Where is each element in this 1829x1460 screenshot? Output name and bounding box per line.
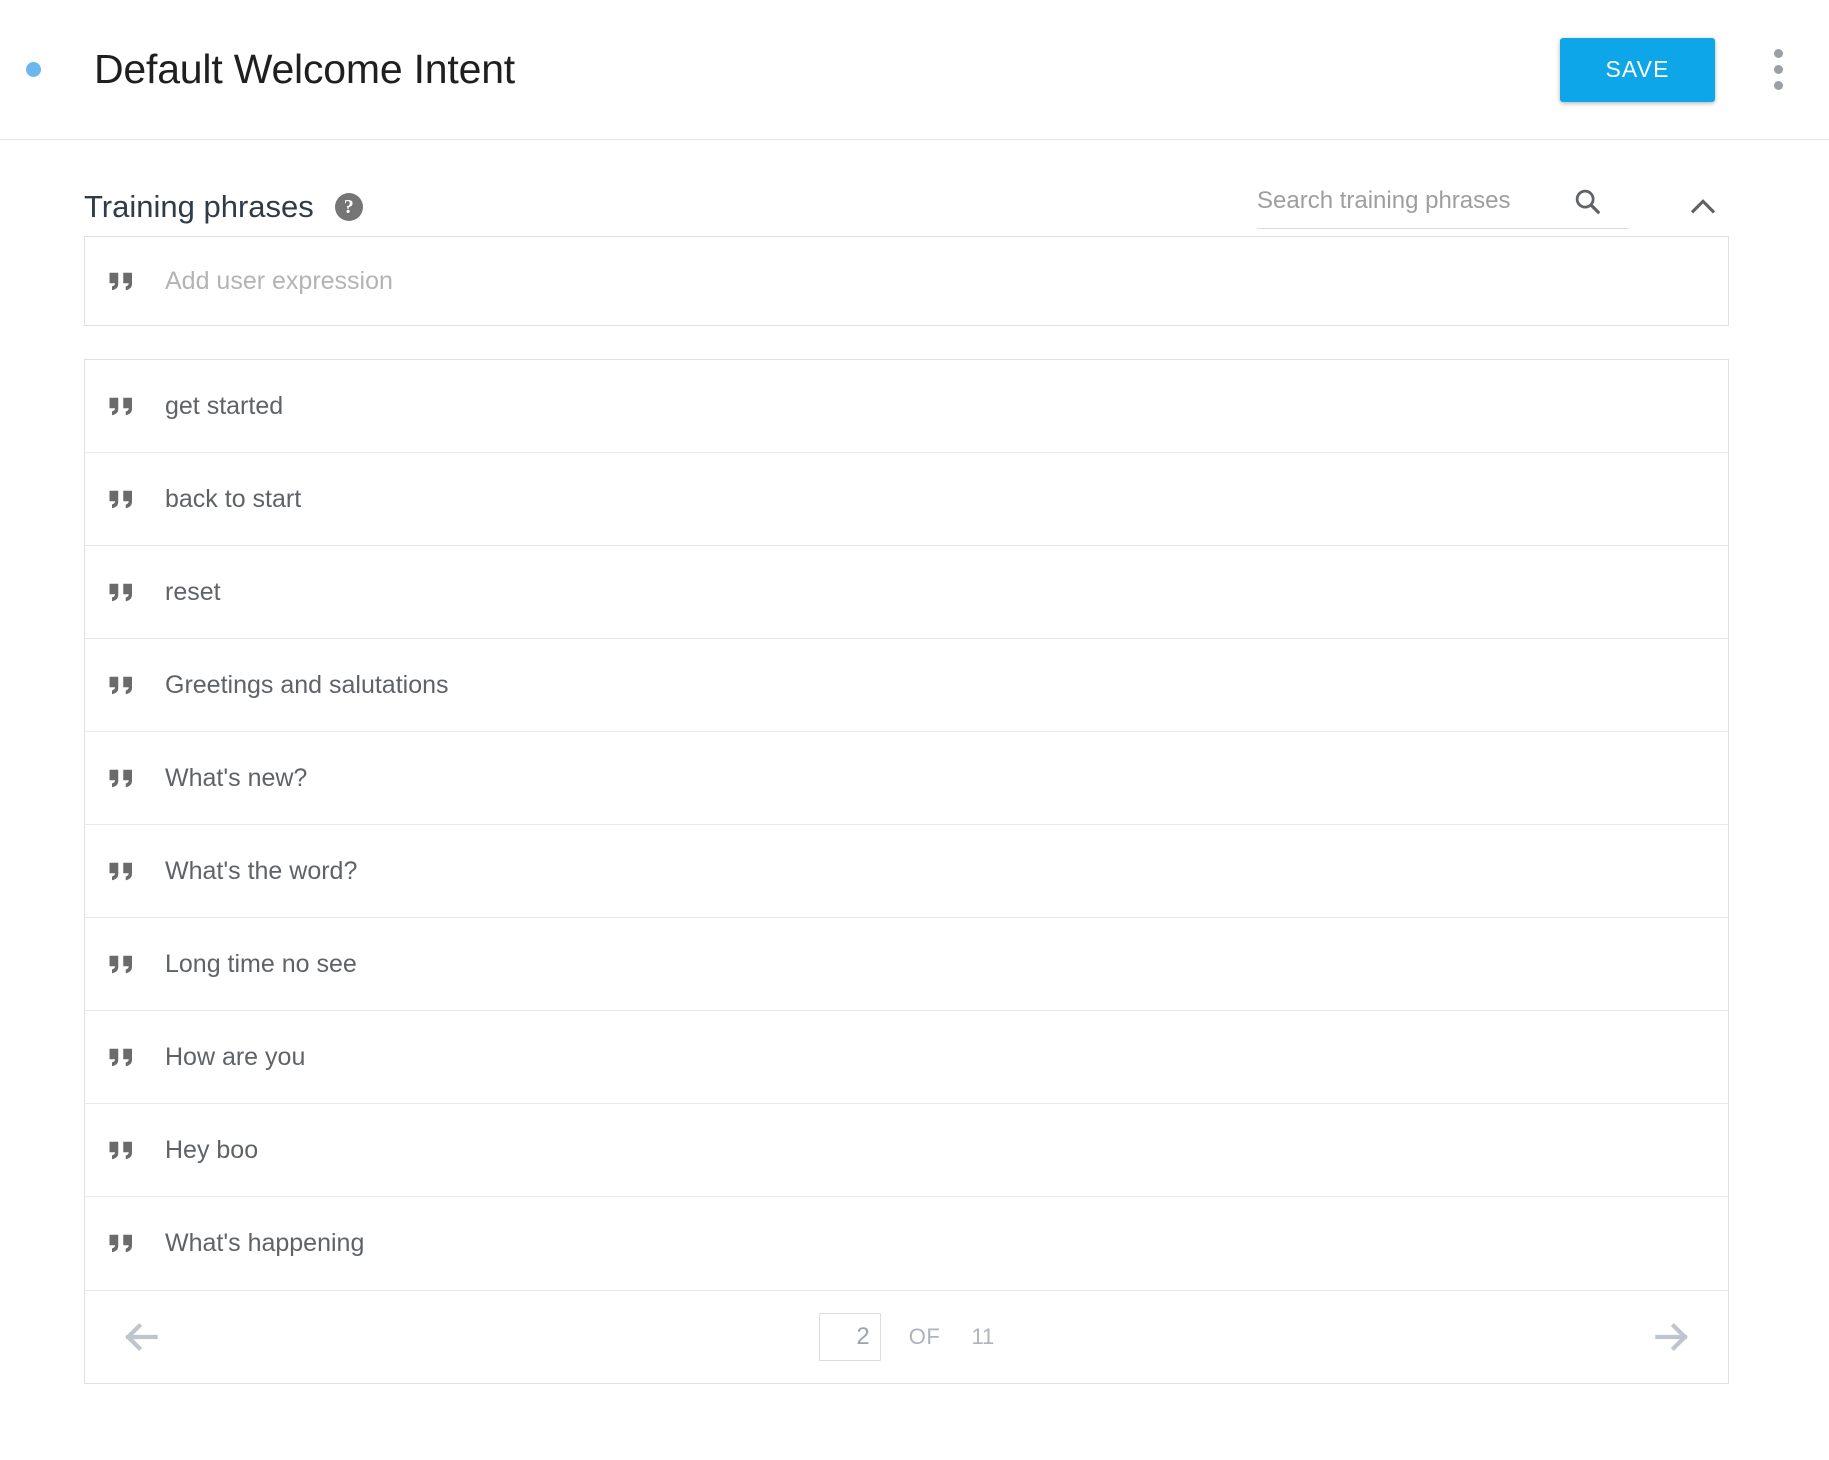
pagination-total-pages: 11 — [971, 1324, 995, 1349]
quote-icon — [107, 394, 141, 419]
training-phrase-row[interactable]: What's new? — [85, 732, 1728, 825]
quote-icon — [107, 1045, 141, 1070]
quote-icon — [107, 269, 141, 294]
training-phrases-list: get started back to start reset Greetings a… — [84, 359, 1729, 1384]
training-phrase-row[interactable]: How are you — [85, 1011, 1728, 1104]
kebab-dot — [1773, 65, 1783, 74]
training-phrases-section-header: Training phrases ? — [0, 140, 1829, 236]
kebab-dot — [1773, 49, 1783, 58]
search-field[interactable] — [1257, 186, 1629, 229]
training-phrase-row[interactable]: Long time no see — [85, 918, 1728, 1011]
quote-icon — [107, 952, 141, 977]
overflow-menu-icon[interactable] — [1761, 38, 1795, 102]
collapse-section-chevron-up-icon[interactable] — [1677, 187, 1729, 227]
training-phrase-row[interactable]: What's happening — [85, 1197, 1728, 1290]
kebab-dot — [1773, 81, 1783, 90]
training-phrase-row[interactable]: reset — [85, 546, 1728, 639]
add-user-expression-row[interactable]: Add user expression — [85, 237, 1728, 325]
training-phrase-text: How are you — [165, 1042, 306, 1071]
search-input[interactable] — [1257, 186, 1572, 215]
training-phrase-text: What's new? — [165, 763, 308, 792]
page-header: Default Welcome Intent SAVE — [0, 0, 1829, 140]
training-phrase-text: Hey boo — [165, 1135, 259, 1164]
training-phrase-text: What's the word? — [165, 856, 358, 885]
save-button[interactable]: SAVE — [1560, 37, 1715, 102]
training-phrase-row[interactable]: get started — [85, 360, 1728, 453]
intent-status-dot — [26, 62, 41, 77]
training-phrase-row[interactable]: Greetings and salutations — [85, 639, 1728, 732]
training-phrase-text: reset — [165, 577, 221, 606]
quote-icon — [107, 1231, 141, 1256]
training-phrase-row[interactable]: What's the word? — [85, 825, 1728, 918]
quote-icon — [107, 487, 141, 512]
page-number-input[interactable] — [818, 1313, 881, 1361]
add-user-expression-placeholder: Add user expression — [165, 266, 393, 295]
training-phrase-text: What's happening — [165, 1229, 365, 1257]
quote-icon — [107, 1138, 141, 1163]
quote-icon — [107, 673, 141, 698]
training-phrase-text: Greetings and salutations — [165, 670, 449, 699]
pagination-page-indicator: OF 11 — [85, 1313, 1728, 1361]
previous-page-arrow-icon[interactable] — [113, 1309, 169, 1365]
training-phrase-text: Long time no see — [165, 949, 357, 978]
quote-icon — [107, 859, 141, 884]
section-title: Training phrases — [84, 189, 314, 224]
page-title: Default Welcome Intent — [94, 46, 515, 92]
quote-icon — [107, 766, 141, 791]
training-phrase-text: back to start — [165, 484, 302, 513]
pagination-bar: OF 11 — [85, 1290, 1728, 1383]
quote-icon — [107, 580, 141, 605]
intent-editor-page: Default Welcome Intent SAVE Training phr… — [0, 0, 1829, 1460]
next-page-arrow-icon[interactable] — [1644, 1309, 1700, 1365]
add-user-expression-card[interactable]: Add user expression — [84, 236, 1729, 326]
pagination-of-label: OF — [908, 1324, 941, 1349]
training-phrase-row[interactable]: back to start — [85, 453, 1728, 546]
search-icon[interactable] — [1572, 186, 1602, 216]
help-icon[interactable]: ? — [334, 193, 363, 221]
training-phrase-row[interactable]: Hey boo — [85, 1104, 1728, 1197]
training-phrase-text: get started — [165, 391, 284, 420]
